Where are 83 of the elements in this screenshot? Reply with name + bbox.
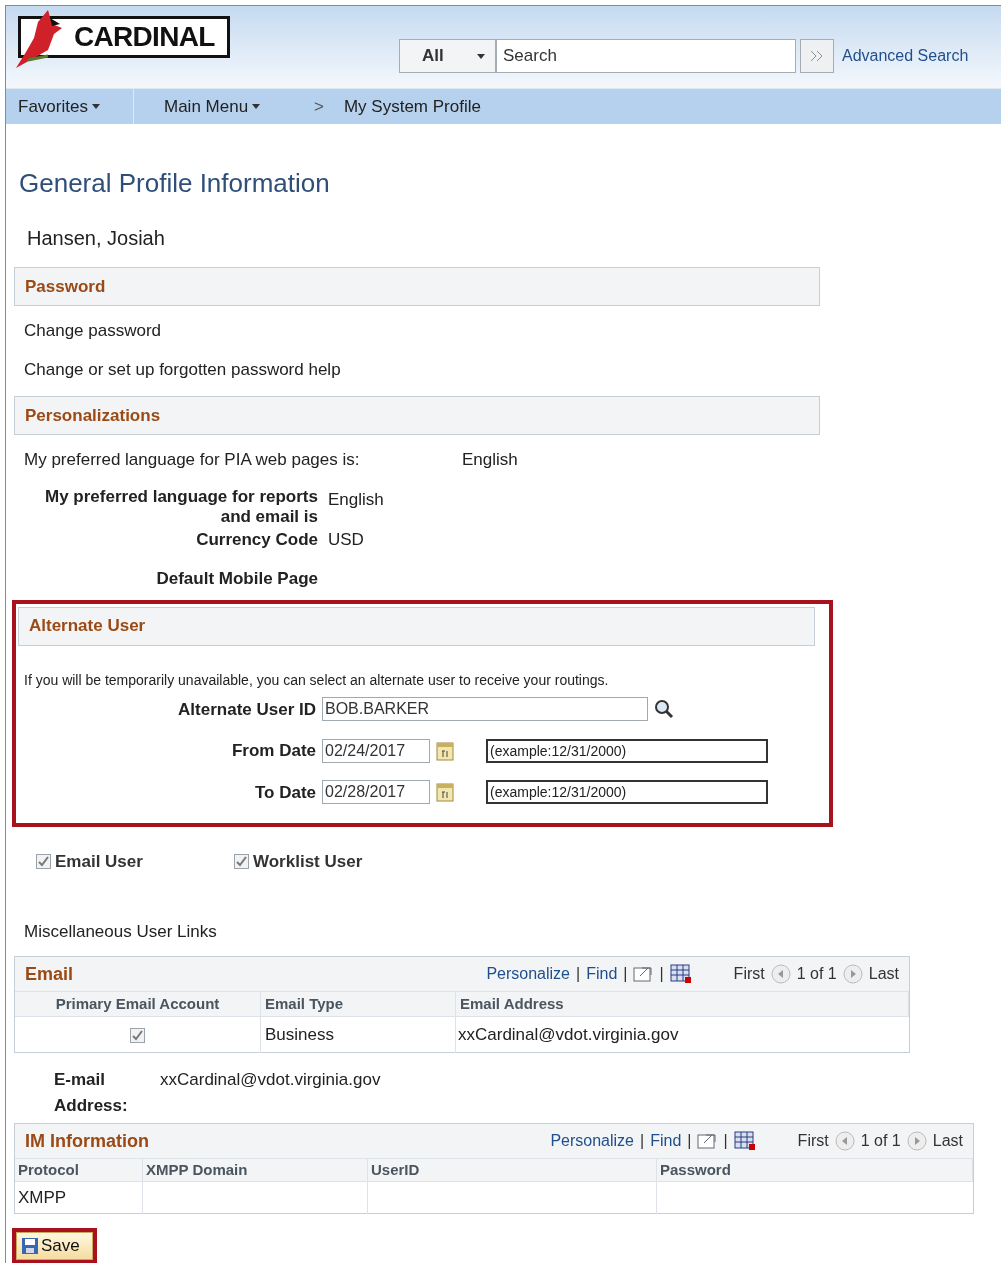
column-header: Password [657, 1159, 973, 1181]
column-header: Protocol [15, 1159, 143, 1181]
calendar-icon[interactable] [436, 740, 454, 761]
field-value: USD [328, 528, 364, 551]
table-cell-text: xxCardinal@vdot.virginia.gov [457, 1024, 680, 1047]
first-link[interactable]: First [797, 1129, 829, 1153]
separator: | [687, 1131, 692, 1151]
separator: | [723, 1131, 728, 1151]
section-title: Personalizations [25, 404, 161, 427]
caret-icon [91, 104, 100, 109]
next-icon[interactable] [842, 964, 863, 984]
next-icon[interactable] [906, 1131, 927, 1151]
separator: | [576, 964, 581, 984]
find-link[interactable]: Find [586, 962, 618, 986]
search-field[interactable]: Search [496, 39, 796, 73]
caret-icon [477, 53, 485, 59]
table-cell: Business [261, 1017, 456, 1053]
table-cell: XMPP [15, 1182, 143, 1214]
column-header: UserID [368, 1159, 657, 1181]
calendar-icon[interactable] [436, 782, 454, 803]
advanced-search-link[interactable]: Advanced Search [842, 44, 969, 68]
column-header: Email Address [456, 992, 909, 1016]
field-value: English [462, 449, 518, 471]
breadcrumb[interactable]: My System Profile [343, 93, 481, 120]
breadcrumb-separator: > [314, 95, 324, 118]
section-title: Alternate User [29, 615, 146, 638]
checkbox[interactable] [130, 1027, 145, 1043]
section-label: Miscellaneous User Links [24, 920, 218, 943]
separator: | [659, 964, 664, 984]
nav-menu[interactable]: Main Menu [164, 93, 261, 120]
column-header: Primary Email Account [15, 992, 261, 1016]
checkbox-label: Worklist User [253, 851, 363, 873]
page-title: General Profile Information [19, 167, 331, 200]
row-count: 1 of 1 [796, 964, 837, 984]
grid-title: IM Information [25, 1129, 149, 1153]
separator: | [640, 1131, 645, 1151]
personalize-link[interactable]: Personalize [550, 1129, 634, 1153]
field-value: English [328, 488, 384, 511]
personalize-link[interactable]: Personalize [486, 962, 570, 986]
field-value: xxCardinal@vdot.virginia.gov [160, 1069, 381, 1091]
field-label: Currency Code [195, 528, 318, 551]
last-link[interactable]: Last [932, 1129, 963, 1153]
view-all-icon[interactable] [697, 1132, 718, 1150]
date-format-hint: (example:12/31/2000) [486, 780, 768, 805]
caret-icon [252, 104, 261, 109]
search-scope-dropdown[interactable]: All [399, 39, 496, 73]
checkbox-label: Email User [55, 851, 143, 873]
last-link[interactable]: Last [868, 962, 899, 986]
section-title: Password [25, 275, 106, 298]
field-label: To Date [253, 781, 316, 804]
column-header: Email Type [261, 992, 456, 1016]
separator: | [623, 964, 628, 984]
save-button[interactable]: Save [16, 1232, 93, 1260]
previous-icon[interactable] [834, 1131, 855, 1151]
column-header: XMPP Domain [143, 1159, 368, 1181]
grid-icon[interactable] [733, 1131, 756, 1151]
checkbox[interactable] [36, 854, 51, 870]
nav-menu[interactable]: Favorites [18, 93, 100, 120]
grid-icon[interactable] [669, 964, 692, 984]
field-label: From Date [230, 740, 316, 762]
password-link[interactable]: Change password [24, 318, 1001, 344]
find-link[interactable]: Find [650, 1129, 682, 1153]
password-link[interactable]: Change or set up forgotten password help [24, 356, 1001, 382]
intro-text: If you will be temporarily unavailable, you can select an alternate user to receive your routings. [24, 670, 610, 690]
search-icon[interactable] [654, 699, 674, 720]
field-label: Default Mobile Page [155, 568, 318, 590]
row-count: 1 of 1 [860, 1131, 901, 1151]
input-field[interactable]: 02/28/2017 [322, 780, 430, 805]
field-label: My preferred language for PIA web pages is: [24, 449, 361, 471]
field-label: E-mail Address: [54, 1069, 124, 1117]
previous-icon[interactable] [770, 964, 791, 984]
checkbox[interactable] [234, 854, 249, 870]
user-name: Hansen, Josiah [27, 226, 166, 251]
view-all-icon[interactable] [633, 965, 654, 983]
grid-title: Email [25, 962, 74, 986]
logo-text: CARDINAL [74, 20, 215, 54]
double-chevron-icon [810, 50, 824, 62]
first-link[interactable]: First [733, 962, 765, 986]
date-format-hint: (example:12/31/2000) [486, 738, 768, 763]
field-label: My preferred language for reports and email is [44, 486, 318, 527]
field-label: Alternate User ID [177, 698, 316, 721]
input-field[interactable]: 02/24/2017 [322, 738, 430, 763]
input-field[interactable]: BOB.BARKER [322, 697, 648, 722]
